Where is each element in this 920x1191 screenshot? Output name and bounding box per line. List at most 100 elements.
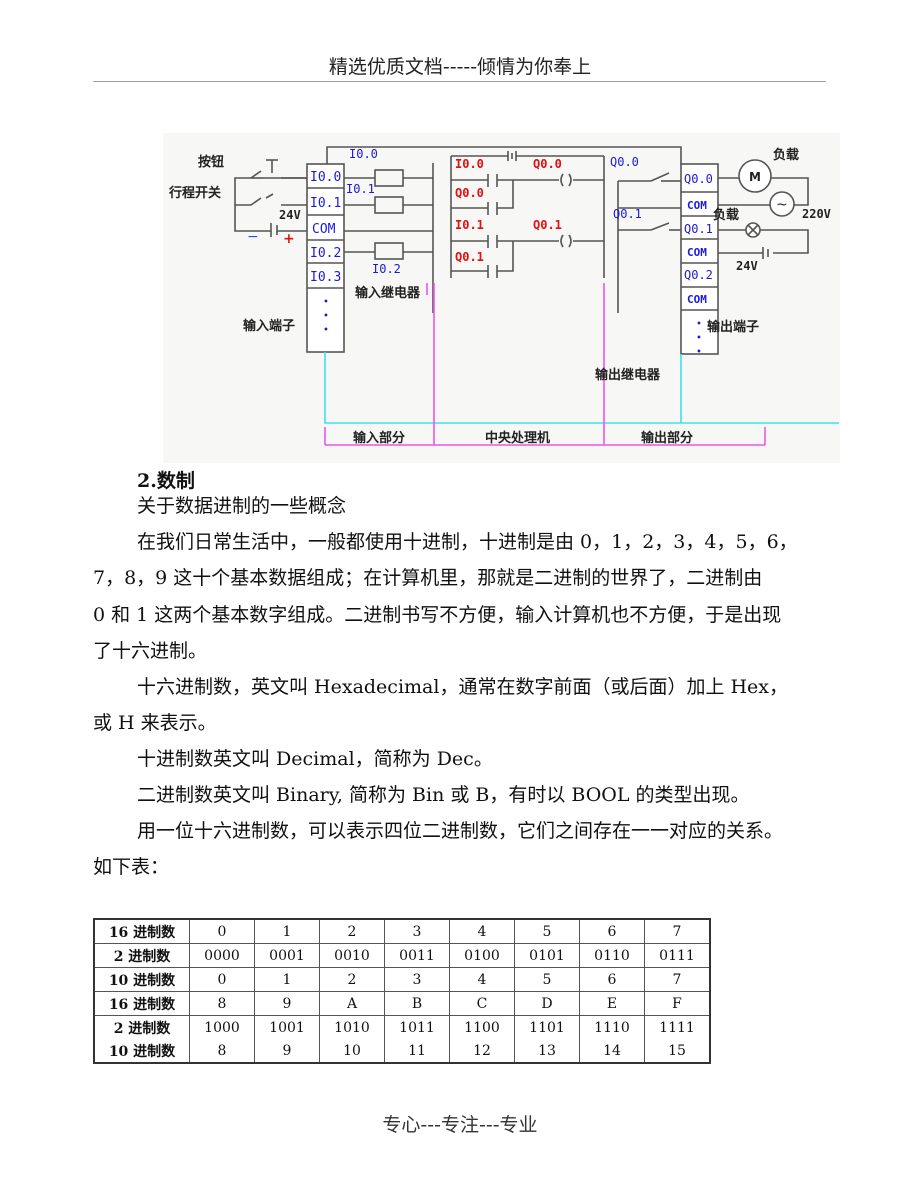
output-terminal: Q0.1	[684, 222, 713, 236]
ac-voltage-label: 220V	[802, 207, 831, 221]
table-cell: 12	[449, 1039, 515, 1064]
table-row: 10 进制数 0 1 2 3 4 5 6 7	[93, 967, 711, 992]
input-relay-caption: 输入继电器	[355, 285, 421, 301]
plc-diagram-svg: 按钮 行程开关 24V − + 输入端子 I0.0 I0.1 COM I0.2 …	[168, 146, 839, 446]
relay-coil	[374, 242, 404, 260]
ac-symbol-label: ~	[776, 197, 788, 213]
table-cell: 1100	[449, 1015, 515, 1039]
table-cell: 0000	[189, 943, 255, 968]
number-base-table: 16 进制数 0 1 2 3 4 5 6 7 2 进制数 0000 0001 0010 0011 0100 0…	[93, 918, 711, 1064]
table-cell: 1101	[514, 1015, 580, 1039]
table-cell: 1	[254, 918, 320, 944]
table-cell: 3	[384, 967, 450, 992]
table-cell: 1111	[644, 1015, 711, 1039]
table-cell: 9	[254, 991, 320, 1016]
ellipsis-dot: •	[323, 311, 329, 322]
input-terminal: I0.2	[310, 246, 341, 261]
table-cell: 0101	[514, 943, 580, 968]
subtitle: 关于数据进制的一些概念	[137, 495, 347, 517]
row-header: 16 进制数	[93, 991, 190, 1016]
output-relay-label: 输出继电器	[595, 367, 661, 383]
ladder-hold-label: Q0.1	[455, 250, 484, 264]
table-cell: 13	[514, 1039, 580, 1064]
table-cell: 7	[644, 967, 711, 992]
output-terminal: COM	[687, 293, 707, 306]
table-cell: 0010	[319, 943, 385, 968]
output-terminal: COM	[687, 199, 707, 212]
input-voltage-label: 24V	[279, 208, 301, 222]
row-header: 10 进制数	[93, 967, 190, 992]
ellipsis-dot: •	[696, 347, 702, 358]
input-relay-label: I0.2	[372, 262, 401, 276]
output-terminal: Q0.0	[684, 172, 713, 186]
output-terminal: Q0.2	[684, 268, 713, 282]
output-contact-label: Q0.1	[613, 207, 642, 221]
button-label: 按钮	[198, 154, 224, 170]
table-cell: F	[644, 991, 711, 1016]
paragraph-line: 如下表：	[93, 856, 170, 878]
table-cell: E	[579, 991, 645, 1016]
table-cell: 1011	[384, 1015, 450, 1039]
input-terminal: I0.1	[310, 196, 341, 211]
header-divider	[93, 81, 826, 82]
row-header: 10 进制数	[93, 1039, 190, 1064]
table-cell: C	[449, 991, 515, 1016]
table-cell: 11	[384, 1039, 450, 1064]
relay-coil	[374, 196, 404, 214]
ladder-coil-label: Q0.1	[533, 218, 562, 232]
row-header: 2 进制数	[93, 943, 190, 968]
table-cell: 2	[319, 918, 385, 944]
input-relay-label: I0.1	[346, 182, 375, 196]
input-terminal-label: 输入端子	[243, 318, 295, 334]
table-cell: 5	[514, 967, 580, 992]
table-cell: 0011	[384, 943, 450, 968]
table-cell: 8	[189, 991, 255, 1016]
section-title: 2.数制	[137, 470, 195, 492]
load-label: 负载	[713, 207, 739, 223]
relay-coil	[374, 169, 404, 187]
table-cell: 0100	[449, 943, 515, 968]
dc-voltage-label: 24V	[736, 259, 758, 273]
output-terminal-label: 输出端子	[707, 319, 759, 335]
page-header: 精选优质文档-----倾情为你奉上	[328, 56, 592, 78]
table-cell: 0001	[254, 943, 320, 968]
plc-diagram: 按钮 行程开关 24V − + 输入端子 I0.0 I0.1 COM I0.2 …	[163, 133, 840, 463]
paragraph-line: 十进制数英文叫 Decimal，简称为 Dec。	[137, 748, 493, 770]
paragraph-line: 了十六进制。	[93, 640, 208, 662]
paragraph-line: 0 和 1 这两个基本数字组成。二进制书写不方便，输入计算机也不方便，于是出现	[93, 604, 782, 626]
paragraph-line: 用一位十六进制数，可以表示四位二进制数，它们之间存在一一对应的关系。	[137, 820, 784, 842]
table-row: 2 进制数 0000 0001 0010 0011 0100 0101 0110 0111	[93, 943, 711, 968]
paragraph-line: 7，8，9 这十个基本数据组成；在计算机里，那就是二进制的世界了，二进制由	[93, 567, 763, 589]
limit-switch-label: 行程开关	[168, 185, 221, 201]
table-cell: A	[319, 991, 385, 1016]
table-cell: 1010	[319, 1015, 385, 1039]
section-output: 输出部分	[641, 430, 693, 446]
table-cell: 5	[514, 918, 580, 944]
table-cell: 1000	[189, 1015, 255, 1039]
section-input: 输入部分	[353, 430, 405, 446]
row-header: 2 进制数	[93, 1015, 190, 1039]
paragraph-line: 在我们日常生活中，一般都使用十进制，十进制是由 0，1，2，3，4，5，6，	[137, 531, 798, 553]
input-terminal: I0.3	[310, 270, 341, 285]
input-terminal: COM	[312, 222, 336, 237]
table-cell: D	[514, 991, 580, 1016]
table-cell: 2	[319, 967, 385, 992]
table-cell: 0111	[644, 943, 711, 968]
table-cell: 1	[254, 967, 320, 992]
ellipsis-dot: •	[696, 319, 702, 330]
table-cell: 14	[579, 1039, 645, 1064]
motor-label: M	[749, 170, 761, 184]
minus-sign: −	[247, 229, 259, 245]
load-label: 负载	[773, 147, 799, 163]
input-terminal: I0.0	[310, 170, 341, 185]
table-cell: 10	[319, 1039, 385, 1064]
ellipsis-dot: •	[696, 333, 702, 344]
ladder-contact-label: I0.0	[455, 157, 484, 171]
ladder-coil-label: Q0.0	[533, 157, 562, 171]
plus-sign: +	[283, 231, 295, 247]
table-cell: 15	[644, 1039, 711, 1064]
table-cell: 1001	[254, 1015, 320, 1039]
table-row: 2 进制数 1000 1001 1010 1011 1100 1101 1110 1111	[93, 1015, 711, 1039]
table-cell: 7	[644, 918, 711, 944]
row-header: 16 进制数	[93, 918, 190, 944]
